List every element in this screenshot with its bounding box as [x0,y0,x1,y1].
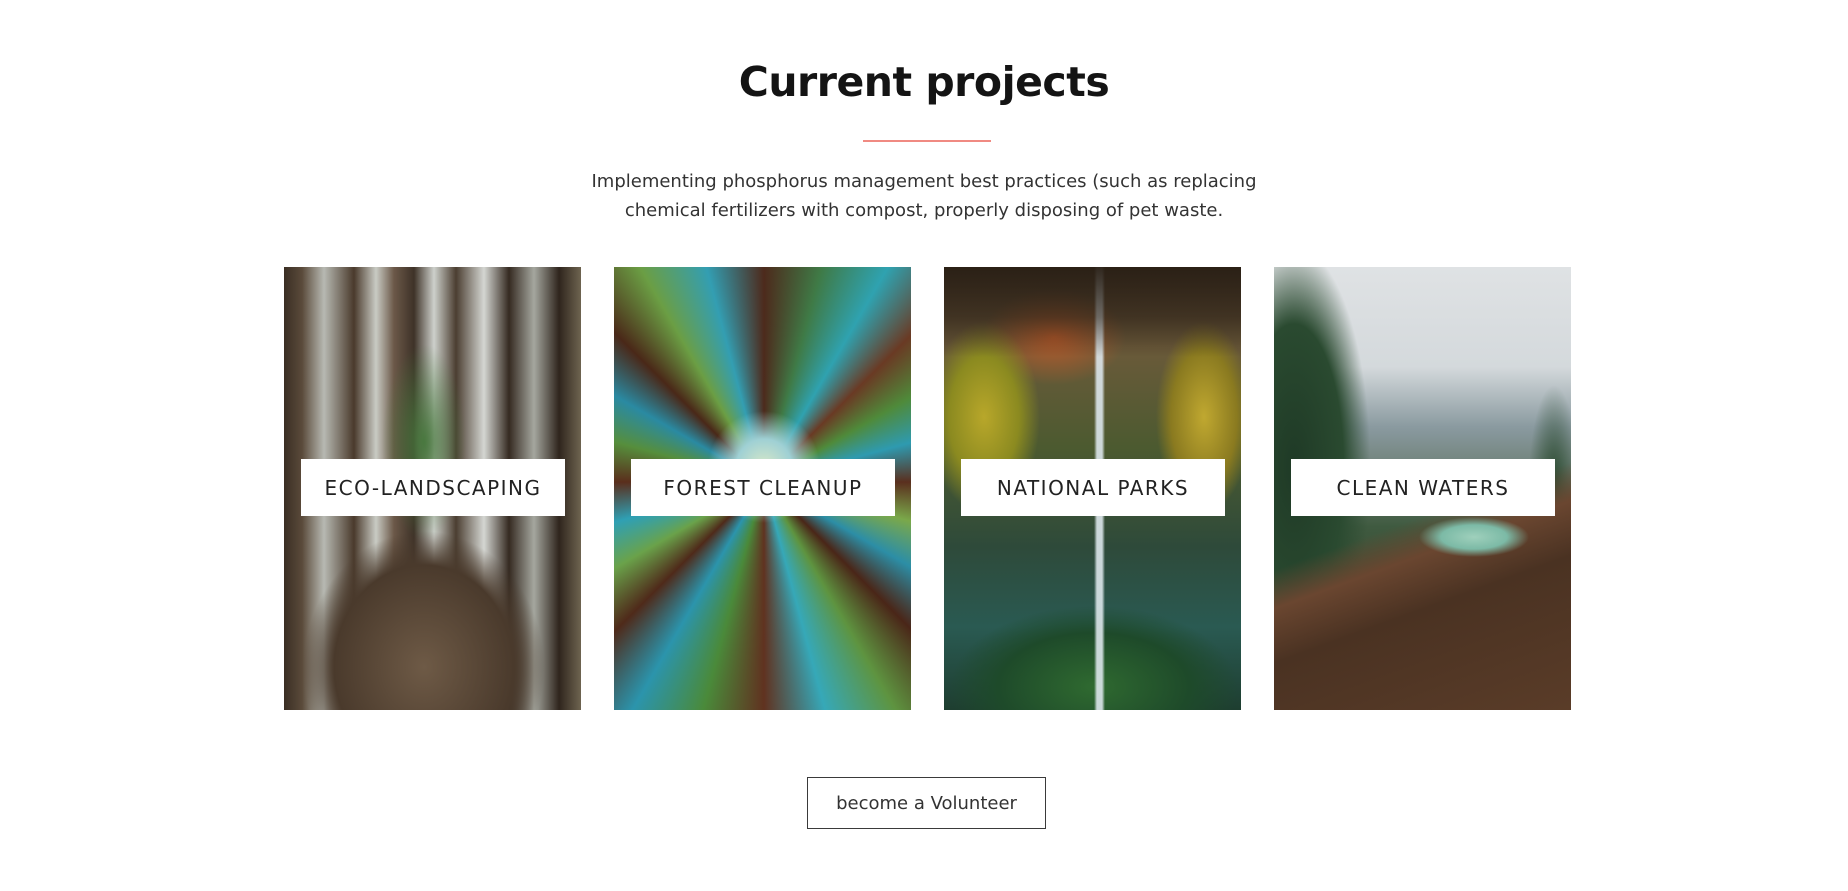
project-label[interactable]: ECO-LANDSCAPING [301,459,565,516]
project-card-forest-cleanup[interactable]: FOREST CLEANUP [614,267,911,710]
current-projects-section: Current projects Implementing phosphorus… [0,0,1848,891]
become-volunteer-button[interactable]: become a Volunteer [807,777,1046,829]
project-label[interactable]: FOREST CLEANUP [631,459,895,516]
project-label[interactable]: CLEAN WATERS [1291,459,1555,516]
project-card-eco-landscaping[interactable]: ECO-LANDSCAPING [284,267,581,710]
project-card-national-parks[interactable]: NATIONAL PARKS [944,267,1241,710]
project-label[interactable]: NATIONAL PARKS [961,459,1225,516]
section-title: Current projects [738,58,1110,106]
section-description: Implementing phosphorus management best … [591,171,1257,221]
project-cards: ECO-LANDSCAPING FOREST CLEANUP NATIONAL … [284,267,1572,710]
project-card-clean-waters[interactable]: CLEAN WATERS [1274,267,1571,710]
title-divider [863,140,991,142]
